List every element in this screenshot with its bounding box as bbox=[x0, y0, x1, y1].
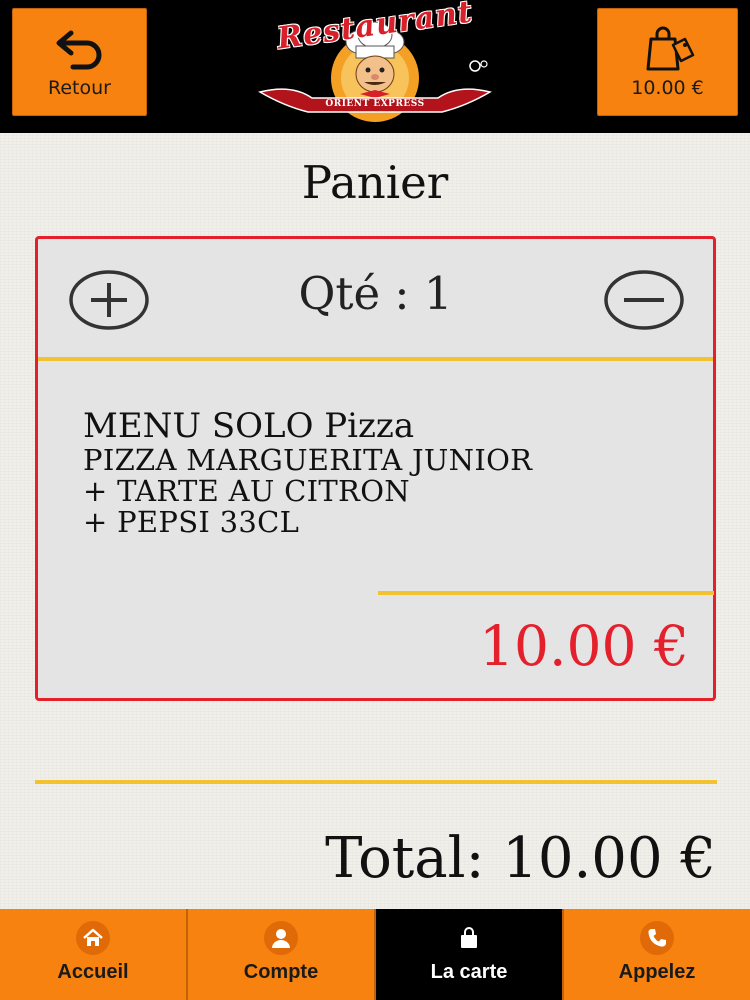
page-title: Panier bbox=[301, 156, 449, 209]
cart-button[interactable]: 10.00 € bbox=[597, 8, 738, 116]
nav-label: Compte bbox=[243, 961, 319, 983]
nav-label: Appelez bbox=[618, 961, 696, 983]
nav-item-la-carte[interactable]: La carte bbox=[376, 909, 564, 1000]
nav-item-compte[interactable]: Compte bbox=[188, 909, 376, 1000]
nav-label: Accueil bbox=[57, 961, 129, 983]
total-divider bbox=[35, 780, 717, 784]
header: Retour Restaurant ORIENT EXPRESS 10.00 € bbox=[0, 0, 750, 133]
cart-item-line: PIZZA MARGUERITA JUNIOR bbox=[83, 443, 533, 477]
nav-label: La carte bbox=[430, 961, 508, 983]
restaurant-logo[interactable]: Restaurant ORIENT EXPRESS bbox=[252, 0, 498, 126]
cart-total: Total: 10.00 € bbox=[325, 826, 716, 891]
back-label: Retour bbox=[48, 77, 111, 99]
cart-item-description: MENU SOLO Pizza PIZZA MARGUERITA JUNIOR … bbox=[83, 407, 532, 538]
nav-item-accueil[interactable]: Accueil bbox=[0, 909, 188, 1000]
undo-arrow-icon bbox=[56, 30, 101, 70]
cart-item-name: MENU SOLO Pizza bbox=[83, 406, 415, 446]
nav-item-appelez[interactable]: Appelez bbox=[564, 909, 750, 1000]
back-button[interactable]: Retour bbox=[12, 8, 147, 116]
price-divider bbox=[378, 591, 714, 595]
cart-item-card: Qté : 1 MENU SOLO Pizza PIZZA MARGUERITA… bbox=[35, 236, 716, 701]
home-icon bbox=[76, 921, 110, 955]
minus-circle-icon bbox=[604, 270, 684, 330]
cart-item-price: 10.00 € bbox=[479, 614, 689, 678]
phone-icon bbox=[640, 921, 674, 955]
shopping-bag-tag-icon bbox=[646, 26, 694, 71]
shopping-bag-icon bbox=[452, 921, 486, 955]
cart-total-label: 10.00 € bbox=[631, 77, 704, 99]
logo-subtitle: ORIENT EXPRESS bbox=[325, 99, 425, 109]
cart-item-line: + PEPSI 33CL bbox=[83, 505, 300, 539]
user-icon bbox=[264, 921, 298, 955]
bottom-nav: Accueil Compte La carte Appelez bbox=[0, 909, 750, 1000]
decrease-quantity-button[interactable] bbox=[603, 269, 685, 331]
quantity-row: Qté : 1 bbox=[38, 239, 713, 361]
cart-item-line: + TARTE AU CITRON bbox=[83, 474, 410, 508]
